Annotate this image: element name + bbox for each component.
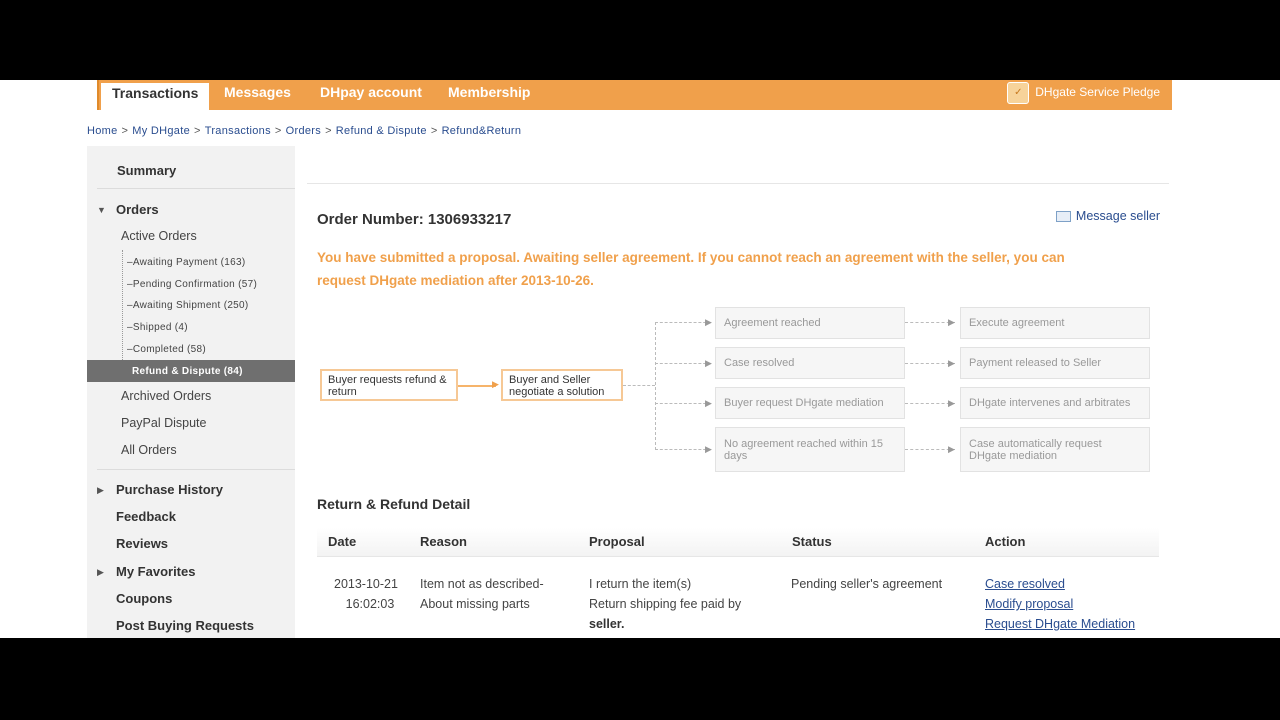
breadcrumb-my-dhgate[interactable]: My DHgate bbox=[132, 125, 190, 137]
row-date: 2013-10-21 16:02:03 bbox=[334, 574, 398, 614]
flow-outcome-case-resolved: Case resolved bbox=[715, 347, 905, 379]
sidebar-item-orders[interactable]: Orders bbox=[116, 202, 159, 217]
sidebar-item-paypal-dispute[interactable]: PayPal Dispute bbox=[121, 416, 206, 430]
tab-messages[interactable]: Messages bbox=[224, 80, 291, 110]
flow-outcome-mediation: Buyer request DHgate mediation bbox=[715, 387, 905, 419]
column-header-proposal: Proposal bbox=[589, 534, 645, 549]
arrow-right-icon: ▶ bbox=[705, 398, 712, 408]
sidebar-item-pending-confirmation[interactable]: –Pending Confirmation (57) bbox=[127, 279, 257, 290]
arrow-right-icon: ▶ bbox=[705, 444, 712, 454]
arrow-right-icon: ▶ bbox=[948, 317, 955, 327]
sidebar-item-awaiting-shipment[interactable]: –Awaiting Shipment (250) bbox=[127, 300, 249, 311]
sidebar-item-active-orders[interactable]: Active Orders bbox=[121, 229, 197, 243]
sidebar-item-archived-orders[interactable]: Archived Orders bbox=[121, 389, 211, 403]
row-status: Pending seller's agreement bbox=[791, 577, 943, 591]
modify-proposal-link[interactable]: Modify proposal bbox=[985, 594, 1135, 614]
shield-icon: ✓ bbox=[1007, 81, 1030, 104]
service-pledge-label: DHgate Service Pledge bbox=[1035, 85, 1160, 99]
sidebar-item-completed[interactable]: –Completed (58) bbox=[127, 344, 206, 355]
row-time-value: 16:02:03 bbox=[345, 597, 395, 611]
notice-line: request DHgate mediation after 2013-10-2… bbox=[317, 273, 594, 288]
row-date-value: 2013-10-21 bbox=[334, 577, 398, 591]
table-header: Date Reason Proposal Status Action bbox=[317, 528, 1159, 557]
flow-result-payment-released: Payment released to Seller bbox=[960, 347, 1150, 379]
flow-result-arbitrates: DHgate intervenes and arbitrates bbox=[960, 387, 1150, 419]
flow-step-request: Buyer requests refund & return bbox=[320, 369, 458, 401]
flow-connector bbox=[458, 385, 496, 387]
status-notice: You have submitted a proposal. Awaiting … bbox=[317, 246, 1147, 292]
triangle-right-icon[interactable]: ▶ bbox=[97, 485, 104, 496]
sidebar-item-my-favorites[interactable]: My Favorites bbox=[116, 564, 195, 579]
sidebar-divider bbox=[97, 188, 295, 189]
message-seller-link[interactable]: Message seller bbox=[1055, 209, 1160, 223]
row-reason-line: About missing parts bbox=[420, 597, 530, 611]
flow-outcome-no-agreement: No agreement reached within 15 days bbox=[715, 427, 905, 472]
arrow-right-icon: ▶ bbox=[705, 358, 712, 368]
row-reason: Item not as described- About missing par… bbox=[420, 574, 544, 614]
row-proposal-line: seller. bbox=[589, 617, 625, 631]
column-header-action: Action bbox=[985, 534, 1026, 549]
breadcrumb-orders[interactable]: Orders bbox=[286, 125, 321, 137]
column-header-date: Date bbox=[328, 534, 357, 549]
top-nav: Transactions Messages DHpay account Memb… bbox=[97, 80, 1172, 110]
flow-connector bbox=[655, 403, 711, 404]
order-number: Order Number: 1306933217 bbox=[317, 211, 511, 228]
sidebar-item-refund-dispute[interactable]: Refund & Dispute (84) bbox=[132, 366, 243, 377]
sidebar-item-shipped[interactable]: –Shipped (4) bbox=[127, 322, 188, 333]
flow-connector bbox=[655, 322, 711, 323]
arrow-right-icon: ▶ bbox=[705, 317, 712, 327]
column-header-status: Status bbox=[792, 534, 832, 549]
flow-connector bbox=[623, 385, 655, 386]
sidebar-item-summary[interactable]: Summary bbox=[117, 163, 176, 178]
tab-transactions[interactable]: Transactions bbox=[101, 80, 210, 110]
tab-dhpay-account[interactable]: DHpay account bbox=[320, 80, 422, 110]
arrow-right-icon: ▶ bbox=[948, 444, 955, 454]
flow-connector bbox=[655, 322, 656, 450]
page: Transactions Messages DHpay account Memb… bbox=[0, 80, 1280, 638]
breadcrumb-refund-dispute[interactable]: Refund & Dispute bbox=[336, 125, 427, 137]
flow-outcome-agreement: Agreement reached bbox=[715, 307, 905, 339]
sidebar-item-all-orders[interactable]: All Orders bbox=[121, 443, 177, 457]
triangle-right-icon[interactable]: ▶ bbox=[97, 567, 104, 578]
tree-line bbox=[122, 250, 123, 376]
sidebar-item-feedback[interactable]: Feedback bbox=[116, 509, 176, 524]
triangle-down-icon[interactable]: ▼ bbox=[97, 205, 106, 215]
row-proposal-line: I return the item(s) bbox=[589, 577, 692, 591]
breadcrumb-refund-return: Refund&Return bbox=[441, 125, 522, 137]
message-seller-label: Message seller bbox=[1075, 209, 1160, 223]
row-reason-line: Item not as described- bbox=[420, 577, 544, 591]
notice-line: You have submitted a proposal. Awaiting … bbox=[317, 250, 1065, 265]
service-pledge[interactable]: ✓ DHgate Service Pledge bbox=[1007, 80, 1160, 108]
column-header-reason: Reason bbox=[420, 534, 467, 549]
breadcrumb-home[interactable]: Home bbox=[87, 125, 118, 137]
flow-result-execute: Execute agreement bbox=[960, 307, 1150, 339]
sidebar-item-awaiting-payment[interactable]: –Awaiting Payment (163) bbox=[127, 257, 245, 268]
divider bbox=[307, 183, 1169, 184]
sidebar-item-purchase-history[interactable]: Purchase History bbox=[116, 482, 223, 497]
row-proposal-line: Return shipping fee paid by bbox=[589, 597, 742, 611]
envelope-icon bbox=[1055, 211, 1071, 223]
flow-step-negotiate: Buyer and Seller negotiate a solution bbox=[501, 369, 623, 401]
arrow-right-icon: ▶ bbox=[948, 398, 955, 408]
tab-membership[interactable]: Membership bbox=[448, 80, 530, 110]
arrow-right-icon: ▶ bbox=[492, 379, 499, 389]
sidebar-item-coupons[interactable]: Coupons bbox=[116, 591, 172, 606]
request-mediation-link[interactable]: Request DHgate Mediation bbox=[985, 614, 1135, 634]
flow-connector bbox=[655, 449, 711, 450]
flow-result-auto-mediation: Case automatically request DHgate mediat… bbox=[960, 427, 1150, 472]
arrow-right-icon: ▶ bbox=[948, 358, 955, 368]
order-number-label: Order Number: bbox=[317, 211, 424, 228]
row-proposal: I return the item(s) Return shipping fee… bbox=[589, 574, 741, 634]
sidebar-item-reviews[interactable]: Reviews bbox=[116, 536, 168, 551]
breadcrumb-transactions[interactable]: Transactions bbox=[205, 125, 271, 137]
section-title: Return & Refund Detail bbox=[317, 496, 471, 512]
flow-connector bbox=[655, 363, 711, 364]
breadcrumb: Home > My DHgate > Transactions > Orders > Refun… bbox=[87, 125, 522, 137]
case-resolved-link[interactable]: Case resolved bbox=[985, 574, 1135, 594]
sidebar-divider bbox=[97, 469, 295, 470]
sidebar-item-post-buying-requests[interactable]: Post Buying Requests bbox=[116, 618, 254, 633]
row-actions: Case resolved Modify proposal Request DH… bbox=[985, 574, 1135, 634]
order-number-value: 1306933217 bbox=[427, 211, 512, 228]
sidebar: Summary ▼ Orders Active Orders –Awaiting… bbox=[87, 146, 295, 638]
